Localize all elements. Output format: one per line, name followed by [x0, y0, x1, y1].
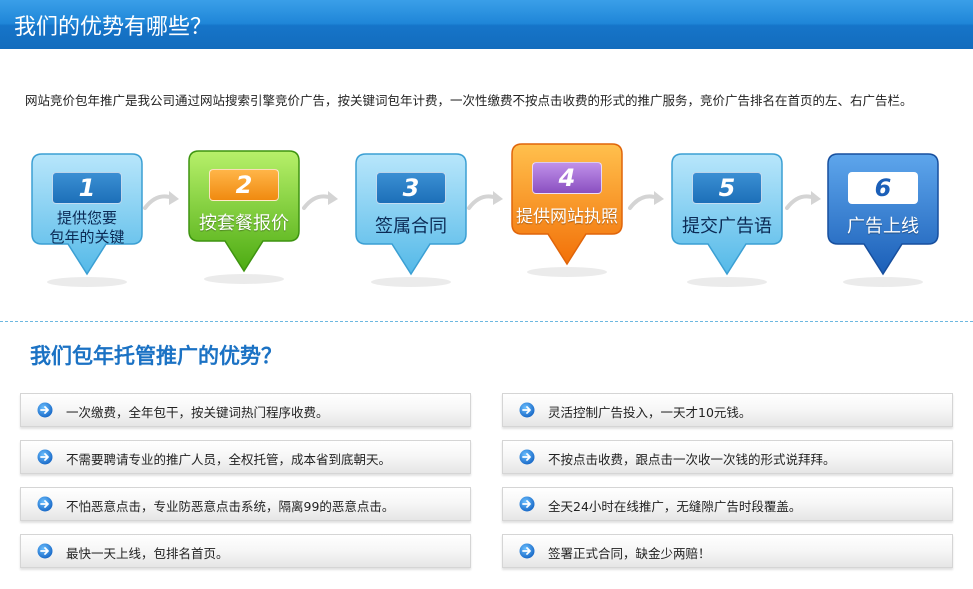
flow-arrow-icon	[785, 191, 821, 210]
step-label: 提供网站执照	[516, 207, 618, 227]
step-number: 5	[692, 172, 762, 204]
step-label: 广告上线	[847, 216, 919, 237]
step-5: 5 提交广告语	[668, 150, 786, 290]
arrow-right-circle-icon	[37, 496, 53, 512]
advantage-text: 不按点击收费，跟点击一次收一次钱的形式说拜拜。	[548, 452, 836, 467]
advantage-item: 灵活控制广告投入，一天才10元钱。	[502, 393, 953, 427]
step-2: 2 按套餐报价	[185, 147, 303, 287]
arrow-right-circle-icon	[519, 449, 535, 465]
step-1: 1 提供您要 包年的关键	[28, 150, 146, 290]
flow-arrow-icon	[302, 191, 338, 210]
advantage-text: 不需要聘请专业的推广人员，全权托管，成本省到底朝天。	[66, 452, 392, 467]
step-label: 签属合同	[375, 216, 447, 237]
arrow-right-circle-icon	[519, 543, 535, 559]
advantage-item: 不怕恶意点击，专业防恶意点击系统，隔离99的恶意点击。	[20, 487, 471, 521]
flow-arrow-icon	[628, 191, 664, 210]
step-3: 3 签属合同	[352, 150, 470, 290]
advantage-item: 全天24小时在线推广，无缝隙广告时段覆盖。	[502, 487, 953, 521]
advantage-text: 不怕恶意点击，专业防恶意点击系统，隔离99的恶意点击。	[66, 499, 395, 514]
arrow-right-circle-icon	[37, 449, 53, 465]
step-number: 4	[532, 162, 602, 194]
advantage-item: 签署正式合同，缺金少两赔！	[502, 534, 953, 568]
step-6: 6 广告上线	[824, 150, 942, 290]
step-4: 4 提供网站执照	[508, 140, 626, 280]
flow-arrow-icon	[143, 191, 179, 210]
step-label-line2: 包年的关键	[49, 228, 125, 246]
step-label: 按套餐报价	[199, 213, 289, 234]
step-number: 3	[376, 172, 446, 204]
advantage-item: 最快一天上线，包排名首页。	[20, 534, 471, 568]
step-number: 1	[52, 172, 122, 204]
advantage-item: 一次缴费，全年包干，按关键词热门程序收费。	[20, 393, 471, 427]
step-label: 提交广告语	[682, 216, 772, 237]
advantage-text: 全天24小时在线推广，无缝隙广告时段覆盖。	[548, 499, 802, 514]
advantage-item: 不按点击收费，跟点击一次收一次钱的形式说拜拜。	[502, 440, 953, 474]
step-number: 2	[209, 169, 279, 201]
advantage-text: 灵活控制广告投入，一天才10元钱。	[548, 405, 752, 420]
page-header: 我们的优势有哪些？	[0, 0, 973, 49]
arrow-right-circle-icon	[519, 402, 535, 418]
advantage-text: 最快一天上线，包排名首页。	[66, 546, 229, 561]
advantage-item: 不需要聘请专业的推广人员，全权托管，成本省到底朝天。	[20, 440, 471, 474]
arrow-right-circle-icon	[37, 402, 53, 418]
flow-arrow-icon	[467, 191, 503, 210]
advantage-text: 一次缴费，全年包干，按关键词热门程序收费。	[66, 405, 329, 420]
advantage-text: 签署正式合同，缺金少两赔！	[548, 546, 711, 561]
page-title: 我们的优势有哪些？	[14, 15, 213, 40]
intro-paragraph: 网站竞价包年推广是我公司通过网站搜索引擎竞价广告，按关键词包年计费，一次性缴费不…	[25, 93, 913, 108]
step-label: 提供您要	[56, 209, 117, 227]
dashed-divider	[0, 321, 973, 322]
arrow-right-circle-icon	[37, 543, 53, 559]
advantages-title: 我们包年托管推广的优势？	[30, 344, 282, 368]
step-number: 6	[848, 172, 918, 204]
arrow-right-circle-icon	[519, 496, 535, 512]
